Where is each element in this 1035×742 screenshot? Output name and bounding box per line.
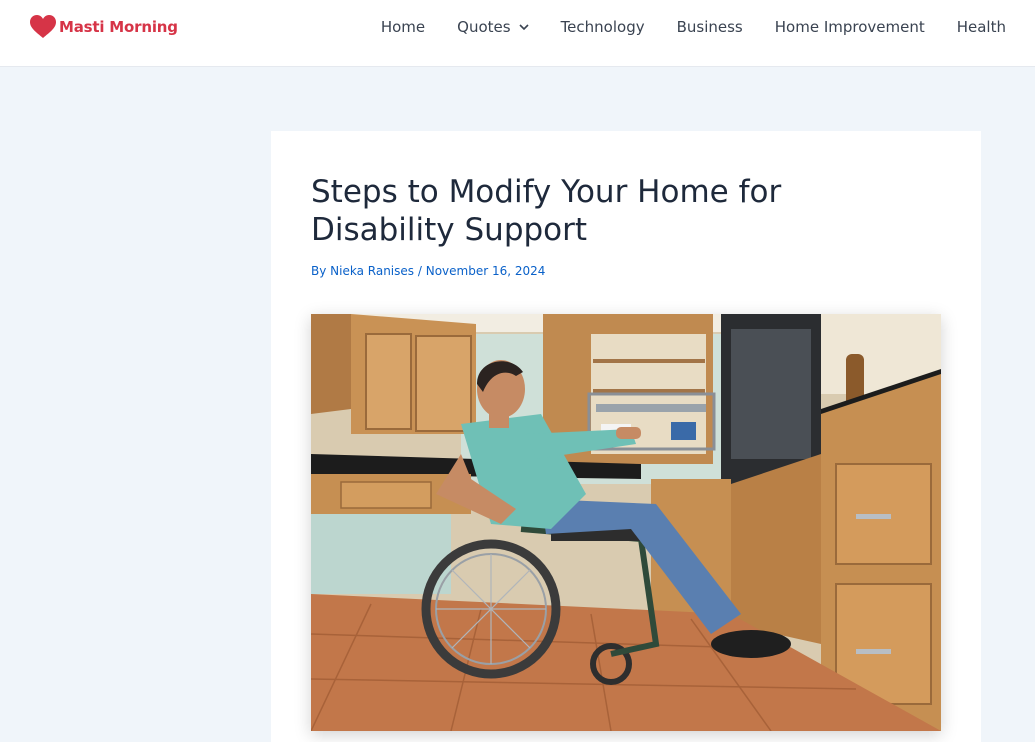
nav-item-business[interactable]: Business [661,0,759,53]
author-link[interactable]: Nieka Ranises [330,264,414,278]
nav-item-quotes[interactable]: Quotes [441,0,544,53]
wheelchair-kitchen-illustration [311,314,941,731]
chevron-down-icon[interactable] [518,22,529,32]
site-logo[interactable]: Masti Morning [30,14,178,40]
site-name: Masti Morning [59,18,178,36]
nav-item-label: Home [380,17,426,36]
nav-item-technology[interactable]: Technology [545,0,661,53]
heart-icon [30,15,56,38]
nav-item-home[interactable]: Home [365,0,441,53]
meta-separator: / [417,264,422,278]
nav-item-label: Technology [560,17,645,36]
post-title: Steps to Modify Your Home for Disability… [311,174,782,248]
nav-item-home-improvement[interactable]: Home Improvement [759,0,941,53]
post-date: November 16, 2024 [425,264,546,278]
byline-prefix: By [311,264,327,278]
post-meta: By Nieka Ranises / November 16, 2024 [311,264,545,278]
nav-item-label: Home Improvement [774,17,925,36]
nav-item-label: Health [956,17,1006,36]
site-header: Masti Morning Home Quotes Technology Bus… [0,0,1035,67]
nav-item-label: Quotes [457,17,511,36]
post-card: Steps to Modify Your Home for Disability… [271,131,981,742]
nav-item-health[interactable]: Health [941,0,1035,53]
nav-item-label: Business [676,17,743,36]
featured-image [311,314,941,731]
main-nav: Home Quotes Technology Business Home Imp… [365,0,1035,53]
